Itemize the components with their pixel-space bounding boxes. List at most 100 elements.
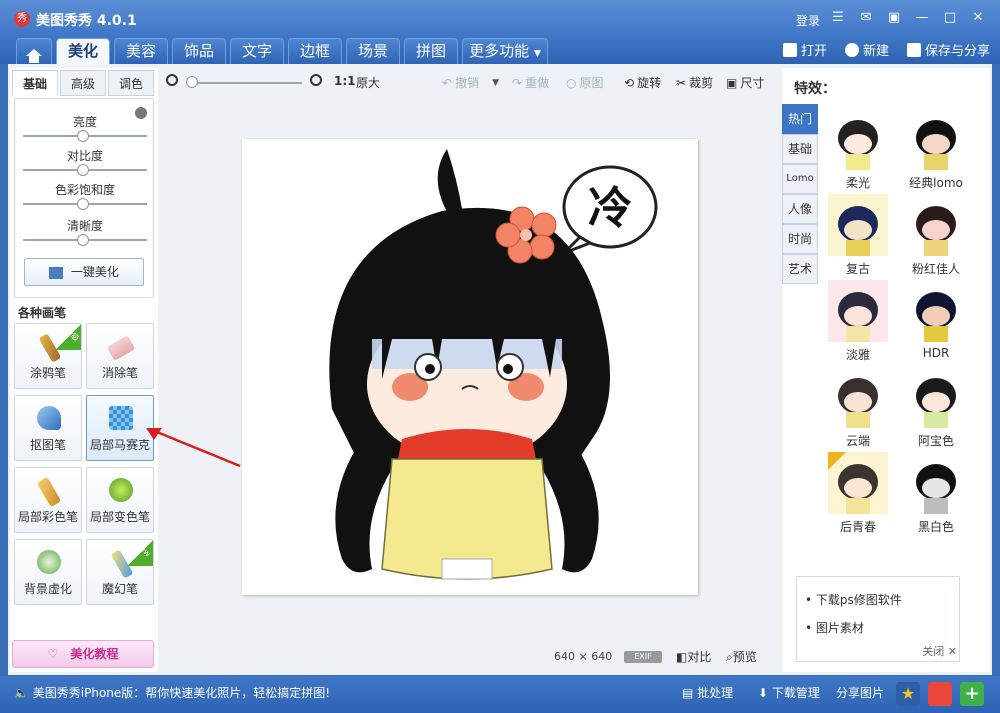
size-label: 尺寸 bbox=[740, 76, 765, 90]
adjust-subtabs: 基础 高级 调色 bbox=[12, 70, 156, 96]
subtab-advanced[interactable]: 高级 bbox=[60, 70, 106, 96]
save-icon bbox=[906, 42, 921, 57]
new-label: 新建 bbox=[862, 44, 889, 59]
fx-category-basic[interactable]: 基础 bbox=[782, 134, 818, 164]
effect-elegant[interactable]: 淡雅 bbox=[820, 280, 890, 364]
brightness-slider[interactable]: 亮度 bbox=[23, 113, 147, 142]
tab-beauty[interactable]: 美容 bbox=[114, 38, 168, 64]
fx-category-fashion[interactable]: 时尚 bbox=[782, 224, 818, 254]
onekey-beautify-button[interactable]: 一键美化 bbox=[24, 258, 144, 286]
minimize-icon[interactable]: — bbox=[914, 10, 930, 26]
preview-button[interactable]: ⌕预览 bbox=[726, 648, 757, 665]
slider-knob[interactable] bbox=[77, 164, 89, 176]
tab-collage[interactable]: 拼图 bbox=[404, 38, 458, 64]
slider-knob[interactable] bbox=[77, 198, 89, 210]
news-close-button[interactable]: 关闭 ✕ bbox=[922, 643, 957, 659]
tab-more[interactable]: 更多功能 ▼ bbox=[462, 38, 548, 64]
blur-icon bbox=[37, 550, 61, 574]
save-share-button[interactable]: 保存与分享 bbox=[906, 40, 990, 59]
tab-frame[interactable]: 边框 bbox=[288, 38, 342, 64]
fx-category-lomo[interactable]: Lomo bbox=[782, 164, 818, 194]
redo-button[interactable]: ↷ 重做 bbox=[512, 74, 549, 91]
beautify-tutorial-button[interactable]: ♡ 美化教程 bbox=[12, 640, 154, 668]
add-icon[interactable]: + bbox=[960, 682, 984, 706]
tab-text[interactable]: 文字 bbox=[230, 38, 284, 64]
status-message[interactable]: 🔈 美图秀秀iPhone版：帮你快速美化照片，轻松搞定拼图! bbox=[14, 684, 330, 701]
fx-category-hot[interactable]: 热门 bbox=[782, 104, 818, 134]
saturation-slider[interactable]: 色彩饱和度 bbox=[23, 181, 147, 210]
brush-local-color[interactable]: 局部彩色笔 bbox=[14, 467, 82, 533]
brush-background-blur[interactable]: 背景虚化 bbox=[14, 539, 82, 605]
new-button[interactable]: 新建 bbox=[844, 40, 889, 59]
zoom-slider[interactable] bbox=[190, 82, 302, 84]
effect-classic-lomo[interactable]: 经典lomo bbox=[898, 108, 968, 192]
effect-hdr[interactable]: HDR bbox=[898, 280, 968, 364]
open-button[interactable]: 打开 bbox=[782, 40, 827, 59]
zoom-ratio[interactable]: 1:1 bbox=[334, 74, 356, 88]
open-label: 打开 bbox=[800, 44, 827, 59]
brush-magic[interactable]: new 魔幻笔 bbox=[86, 539, 154, 605]
effect-abao[interactable]: 阿宝色 bbox=[898, 366, 968, 450]
effect-pink-lady[interactable]: 粉红佳人 bbox=[898, 194, 968, 278]
home-icon bbox=[26, 49, 42, 63]
feedback-icon[interactable]: ✉ bbox=[858, 10, 874, 26]
subtab-basic[interactable]: 基础 bbox=[12, 70, 58, 96]
rotate-button[interactable]: ⟲ 旋转 bbox=[624, 74, 661, 91]
brush-label: 消除笔 bbox=[101, 366, 138, 380]
batch-label: 批处理 bbox=[697, 686, 734, 700]
download-manage-button[interactable]: ⬇ 下载管理 bbox=[758, 684, 820, 701]
zoom-out-button[interactable] bbox=[166, 74, 178, 86]
slider-label: 清晰度 bbox=[66, 219, 103, 233]
effect-thumbnail bbox=[906, 194, 966, 256]
resize-icon: ▣ bbox=[726, 75, 738, 90]
crop-button[interactable]: ✂ 裁剪 bbox=[676, 74, 713, 91]
effect-post-youth[interactable]: 后青春 bbox=[820, 452, 890, 536]
share-image-button[interactable]: 分享图片 bbox=[836, 684, 884, 701]
effect-soft-light[interactable]: 柔光 bbox=[820, 108, 890, 192]
original-button[interactable]: ○ 原图 bbox=[566, 74, 604, 91]
contrast-slider[interactable]: 对比度 bbox=[23, 147, 147, 176]
brush-cutout[interactable]: 抠图笔 bbox=[14, 395, 82, 461]
maximize-icon[interactable]: □ bbox=[942, 10, 958, 26]
news-link-material[interactable]: • 图片素材 bbox=[805, 619, 864, 636]
size-button[interactable]: ▣ 尺寸 bbox=[726, 74, 764, 91]
news-link-ps[interactable]: • 下载ps修图软件 bbox=[805, 591, 902, 608]
effect-cloud[interactable]: 云端 bbox=[820, 366, 890, 450]
exif-button[interactable]: EXIF bbox=[624, 651, 662, 663]
tab-more-label: 更多功能 bbox=[469, 42, 530, 60]
effect-retro[interactable]: 复古 bbox=[820, 194, 890, 278]
slider-knob[interactable] bbox=[77, 234, 89, 246]
batch-button[interactable]: ▤ 批处理 bbox=[682, 684, 733, 701]
slider-track bbox=[23, 164, 147, 176]
zoom-knob[interactable] bbox=[186, 76, 198, 88]
subtab-color[interactable]: 调色 bbox=[108, 70, 154, 96]
photo-canvas[interactable]: 冷 bbox=[242, 139, 698, 595]
compare-button[interactable]: ◧对比 bbox=[676, 648, 711, 665]
fx-category-portrait[interactable]: 人像 bbox=[782, 194, 818, 224]
slider-knob[interactable] bbox=[77, 130, 89, 142]
chevron-down-icon: ▼ bbox=[492, 77, 499, 88]
tab-beautify[interactable]: 美化 bbox=[56, 38, 110, 64]
weibo-icon[interactable] bbox=[928, 682, 952, 706]
brush-label: 局部彩色笔 bbox=[17, 510, 78, 524]
login-link[interactable]: 登录 bbox=[796, 12, 820, 29]
skin-icon[interactable]: ▣ bbox=[886, 10, 902, 26]
sharpness-slider[interactable]: 清晰度 bbox=[23, 217, 147, 246]
star-icon[interactable]: ★ bbox=[896, 682, 920, 706]
original-size-button[interactable]: 原大 bbox=[356, 74, 380, 91]
undo-icon: ↶ bbox=[442, 75, 453, 90]
brush-eraser[interactable]: 消除笔 bbox=[86, 323, 154, 389]
tab-accessories[interactable]: 饰品 bbox=[172, 38, 226, 64]
tab-home[interactable] bbox=[16, 38, 52, 64]
effect-label: 黑白色 bbox=[917, 520, 954, 534]
brush-doodle[interactable]: 升级 涂鸦笔 bbox=[14, 323, 82, 389]
preview-label: 预览 bbox=[732, 650, 757, 664]
menu-icon[interactable]: ☰ bbox=[830, 10, 846, 26]
close-icon[interactable]: ✕ bbox=[970, 10, 986, 26]
tab-scene[interactable]: 场景 bbox=[346, 38, 400, 64]
zoom-in-button[interactable] bbox=[310, 74, 322, 86]
effect-black-white[interactable]: 黑白色 bbox=[898, 452, 968, 536]
cutout-pen-icon bbox=[37, 406, 61, 430]
fx-category-art[interactable]: 艺术 bbox=[782, 254, 818, 284]
undo-button[interactable]: ↶ 撤销 ▼ bbox=[442, 74, 499, 91]
